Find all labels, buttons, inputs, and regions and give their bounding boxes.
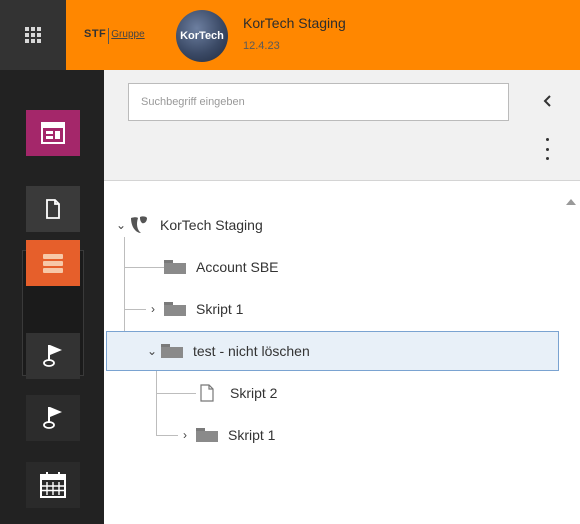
tree-node[interactable]: › Skript 1 <box>146 289 243 329</box>
tree-guide-line <box>156 435 178 436</box>
brand-logo[interactable]: STF Gruppe <box>84 28 145 44</box>
folder-icon <box>164 302 186 316</box>
site-name[interactable]: KorTech Staging <box>243 15 346 31</box>
module-bar <box>0 70 104 524</box>
grid-menu-icon <box>25 27 41 43</box>
module-page[interactable] <box>26 186 80 232</box>
tree-node[interactable]: Account SBE <box>164 247 279 287</box>
chevron-down-icon[interactable]: ⌄ <box>145 344 159 358</box>
brand-separator <box>108 28 110 44</box>
site-logo-text: KorTech <box>180 30 224 42</box>
folder-icon <box>161 344 183 358</box>
module-flag-2[interactable] <box>26 395 80 441</box>
tree-node-label: Skript 1 <box>196 301 244 317</box>
chevron-left-icon <box>543 95 551 107</box>
ellipsis-vertical-icon <box>545 138 549 141</box>
module-flag-1[interactable] <box>26 333 80 379</box>
site-version: 12.4.23 <box>243 40 280 52</box>
search-input[interactable] <box>128 83 509 121</box>
folder-icon <box>164 260 186 274</box>
chevron-right-icon[interactable]: › <box>146 302 160 316</box>
tree-actions-menu-button[interactable] <box>544 138 550 160</box>
tree-node-label: test - nicht löschen <box>193 343 310 359</box>
chevron-right-icon[interactable]: › <box>178 428 192 442</box>
tree-node[interactable]: Skript 2 <box>196 373 277 413</box>
tree-node-label: Skript 2 <box>230 385 278 401</box>
calendar-icon <box>40 472 66 498</box>
document-icon <box>46 199 60 219</box>
page-module-icon <box>41 122 65 144</box>
ellipsis-dot <box>545 147 549 151</box>
chevron-down-icon[interactable]: ⌄ <box>114 218 128 232</box>
scroll-up-arrow-icon[interactable] <box>566 199 576 205</box>
top-bar: STF Gruppe KorTech KorTech Staging 12.4.… <box>0 0 580 70</box>
brand-gruppe: Gruppe <box>111 29 145 40</box>
tree-guide-line <box>124 309 146 310</box>
tree-node-label: Account SBE <box>196 259 279 275</box>
tree-toolbar <box>104 70 580 181</box>
tree-node-selected[interactable]: ⌄ test - nicht löschen <box>106 331 559 371</box>
flag-icon <box>43 345 62 367</box>
typo3-logo-icon <box>131 216 147 233</box>
page-tree: ⌄ KorTech Staging Account SBE › Skript 1… <box>104 181 580 524</box>
site-logo[interactable]: KorTech <box>176 10 228 62</box>
module-list[interactable] <box>26 240 80 286</box>
module-menu-toggle[interactable] <box>0 0 66 70</box>
ellipsis-dot <box>545 157 549 160</box>
database-icon <box>43 254 63 273</box>
collapse-navigation-button[interactable] <box>542 94 552 113</box>
flag-icon <box>43 407 62 429</box>
tree-root-node[interactable]: ⌄ KorTech Staging <box>114 205 263 245</box>
tree-guide-line <box>156 363 157 435</box>
page-icon <box>200 384 214 402</box>
tree-guide-line <box>124 267 164 268</box>
folder-icon <box>196 428 218 442</box>
module-web[interactable] <box>26 110 80 156</box>
tree-node[interactable]: › Skript 1 <box>178 415 275 455</box>
brand-stf: STF <box>84 28 107 40</box>
tree-root-label: KorTech Staging <box>160 217 263 233</box>
tree-guide-line <box>156 393 196 394</box>
tree-node-label: Skript 1 <box>228 427 276 443</box>
module-calendar[interactable] <box>26 462 80 508</box>
